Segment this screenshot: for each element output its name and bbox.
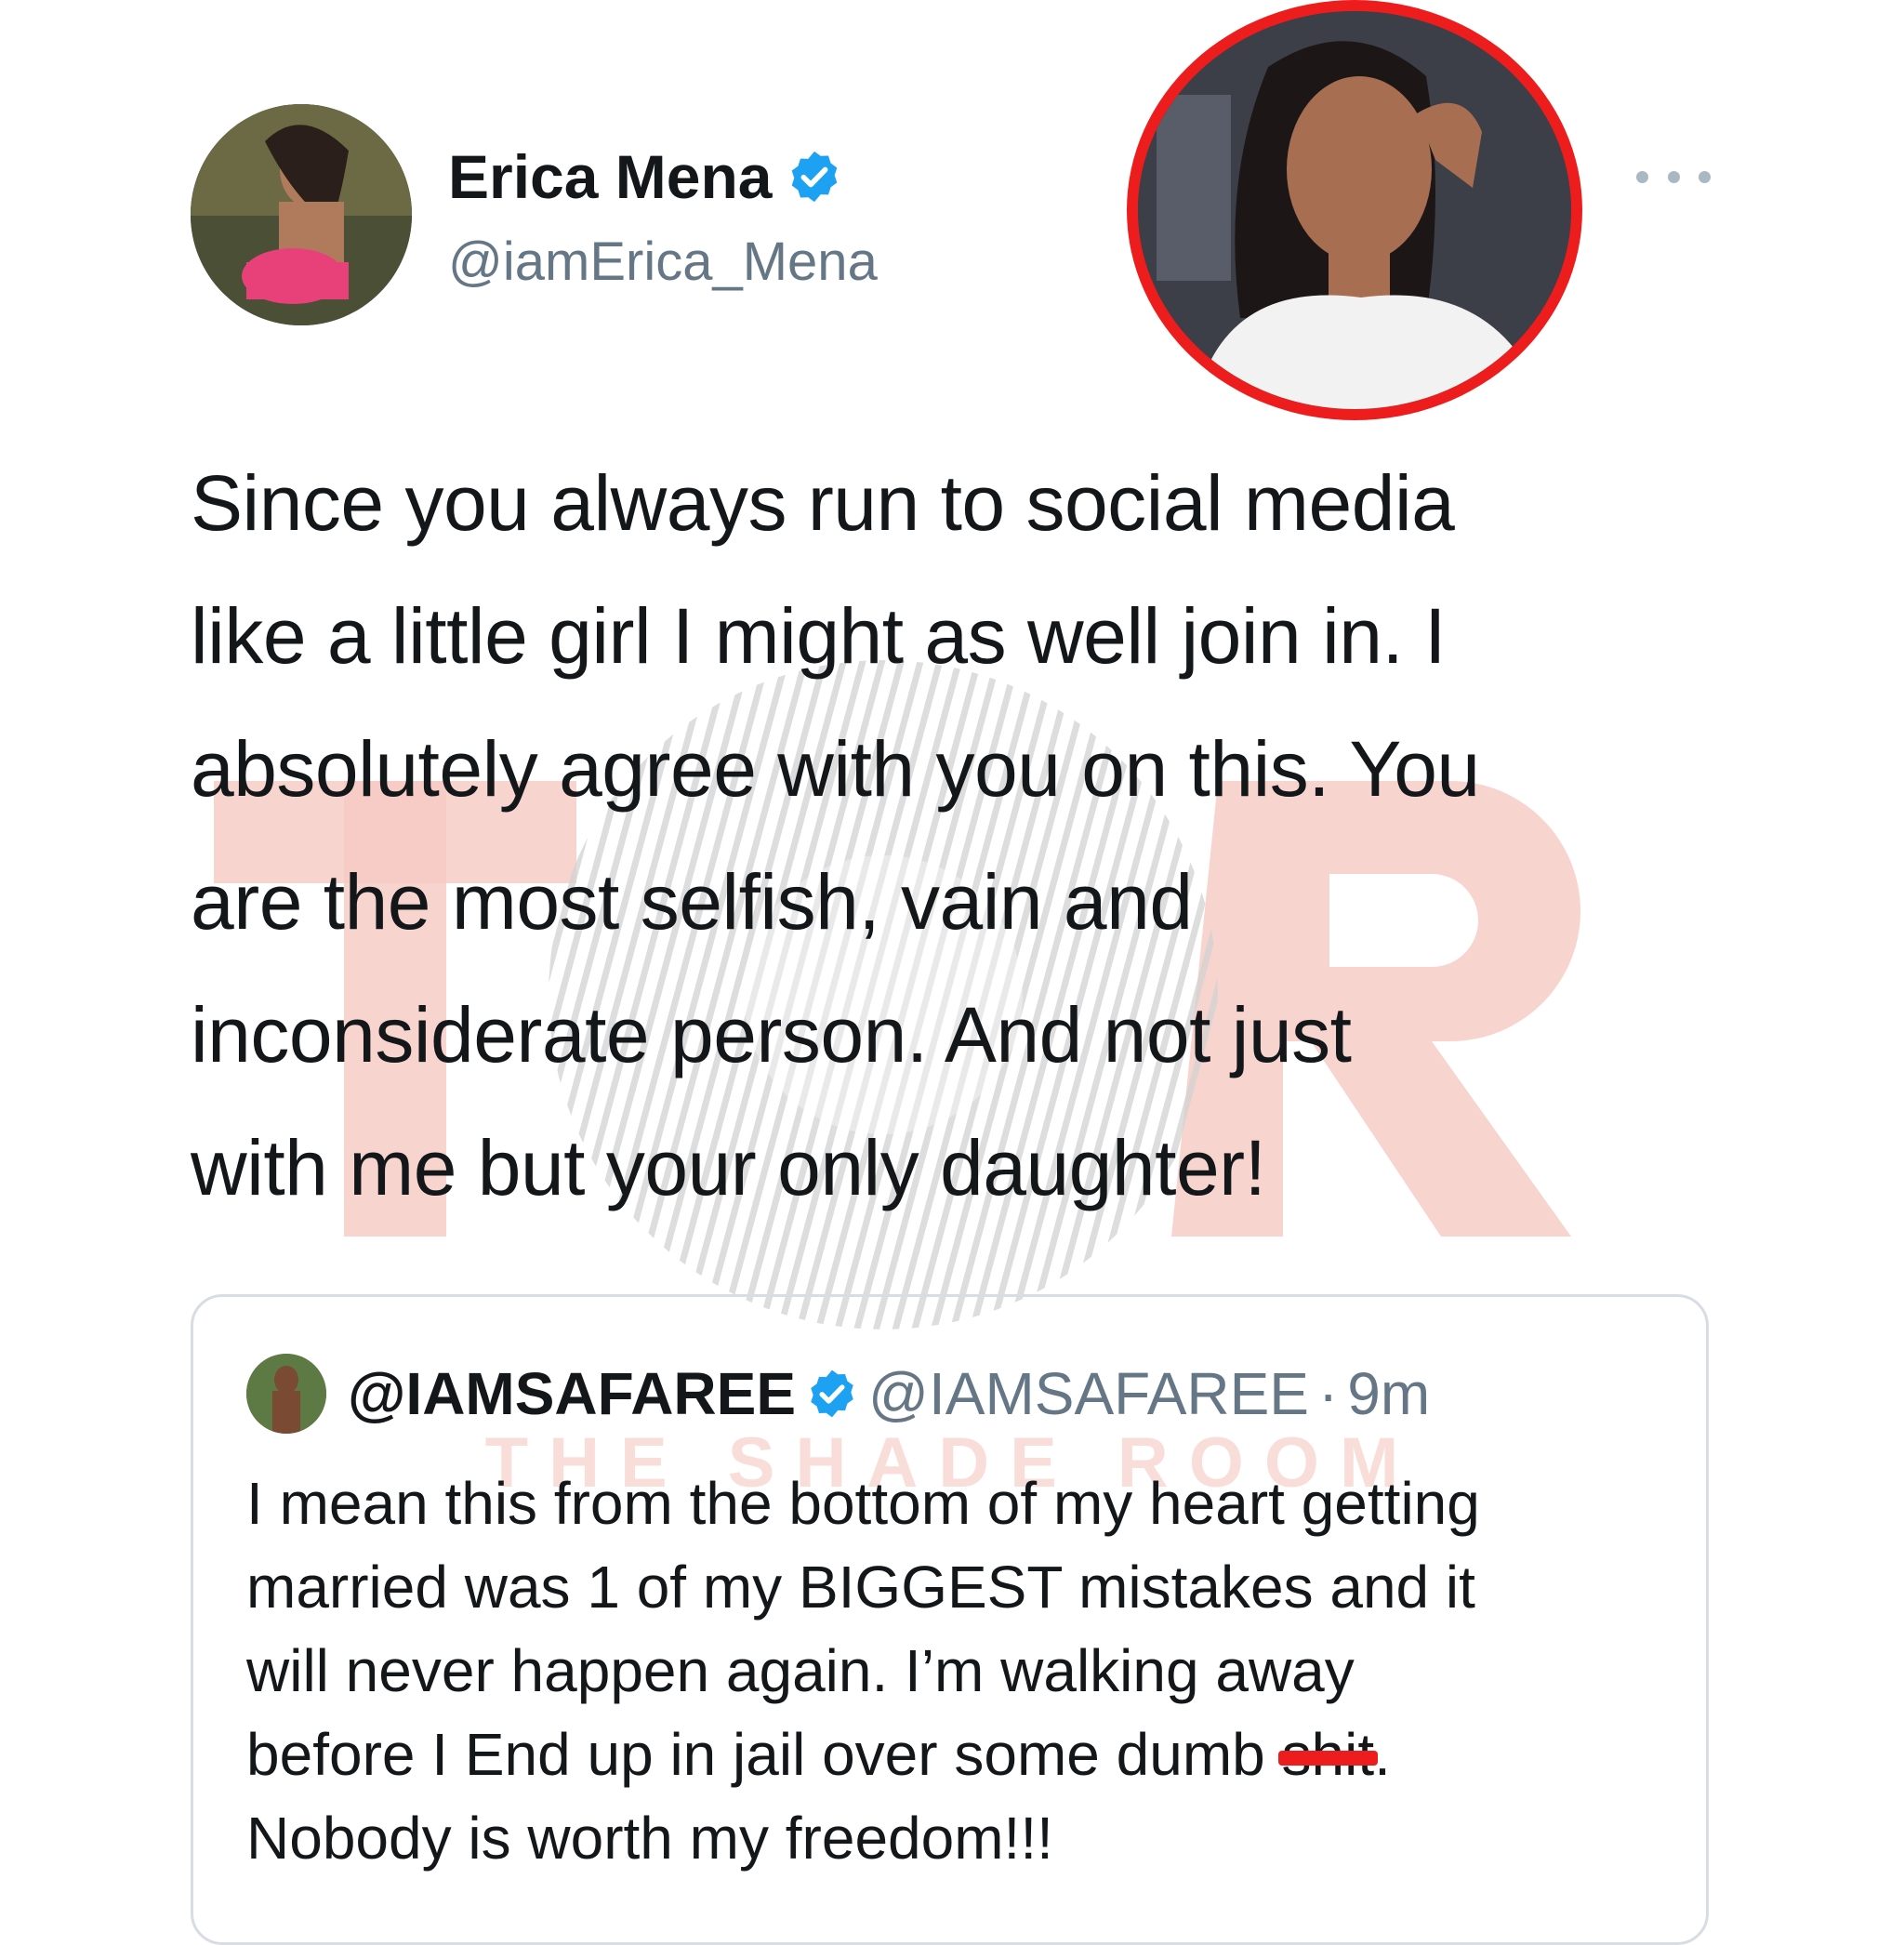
tweet-line: Since you always run to social media — [191, 459, 1455, 547]
author-avatar[interactable] — [191, 104, 412, 325]
more-dot — [1667, 170, 1680, 183]
tweet-body: Since you always run to social media lik… — [191, 437, 1678, 1235]
quoted-line: married was 1 of my BIGGEST mistakes and… — [246, 1554, 1475, 1621]
quoted-author-handle[interactable]: @IAMSAFAREE — [868, 1359, 1309, 1428]
quoted-author-name[interactable]: @IAMSAFAREE — [348, 1359, 796, 1428]
author-name-row: Erica Mena — [448, 141, 843, 212]
quoted-line-text: before I End up in jail over some dumb — [246, 1721, 1282, 1788]
portrait-photo — [1138, 11, 1571, 409]
quoted-tweet-time[interactable]: 9m — [1347, 1359, 1430, 1428]
quoted-line: before I End up in jail over some dumb s… — [246, 1713, 1687, 1796]
quoted-line: I mean this from the bottom of my heart … — [246, 1470, 1480, 1537]
more-dot — [1699, 170, 1711, 183]
highlighted-profile-photo — [1127, 0, 1582, 420]
tweet-line: with me but your only daughter! — [191, 1124, 1266, 1211]
quoted-line: Nobody is worth my freedom!!! — [246, 1805, 1053, 1872]
more-horizontal-icon — [1636, 170, 1648, 183]
author-handle[interactable]: @iamErica_Mena — [448, 231, 878, 293]
quoted-avatar-photo — [246, 1354, 326, 1434]
tweet-line: absolutely agree with you on this. You — [191, 725, 1480, 813]
avatar-photo — [191, 104, 412, 325]
verified-badge-icon — [811, 1369, 853, 1418]
tweet-line: like a little girl I might as well join … — [191, 592, 1447, 680]
tweet-line: are the most selfish, vain and — [191, 858, 1193, 946]
quoted-tweet-body: I mean this from the bottom of my heart … — [246, 1462, 1687, 1880]
tweet-line: inconsiderate person. And not just — [191, 991, 1352, 1078]
quoted-author-avatar[interactable] — [246, 1354, 326, 1434]
verified-badge-icon — [791, 151, 837, 203]
quoted-line: will never happen again. I’m walking awa… — [246, 1637, 1355, 1704]
quoted-tweet-header: @IAMSAFAREE @IAMSAFAREE · 9m — [348, 1359, 1430, 1428]
separator-dot: · — [1317, 1360, 1339, 1427]
redacted-word: shit — [1281, 1721, 1375, 1788]
author-name[interactable]: Erica Mena — [448, 141, 773, 212]
more-options-button[interactable] — [1636, 158, 1711, 195]
